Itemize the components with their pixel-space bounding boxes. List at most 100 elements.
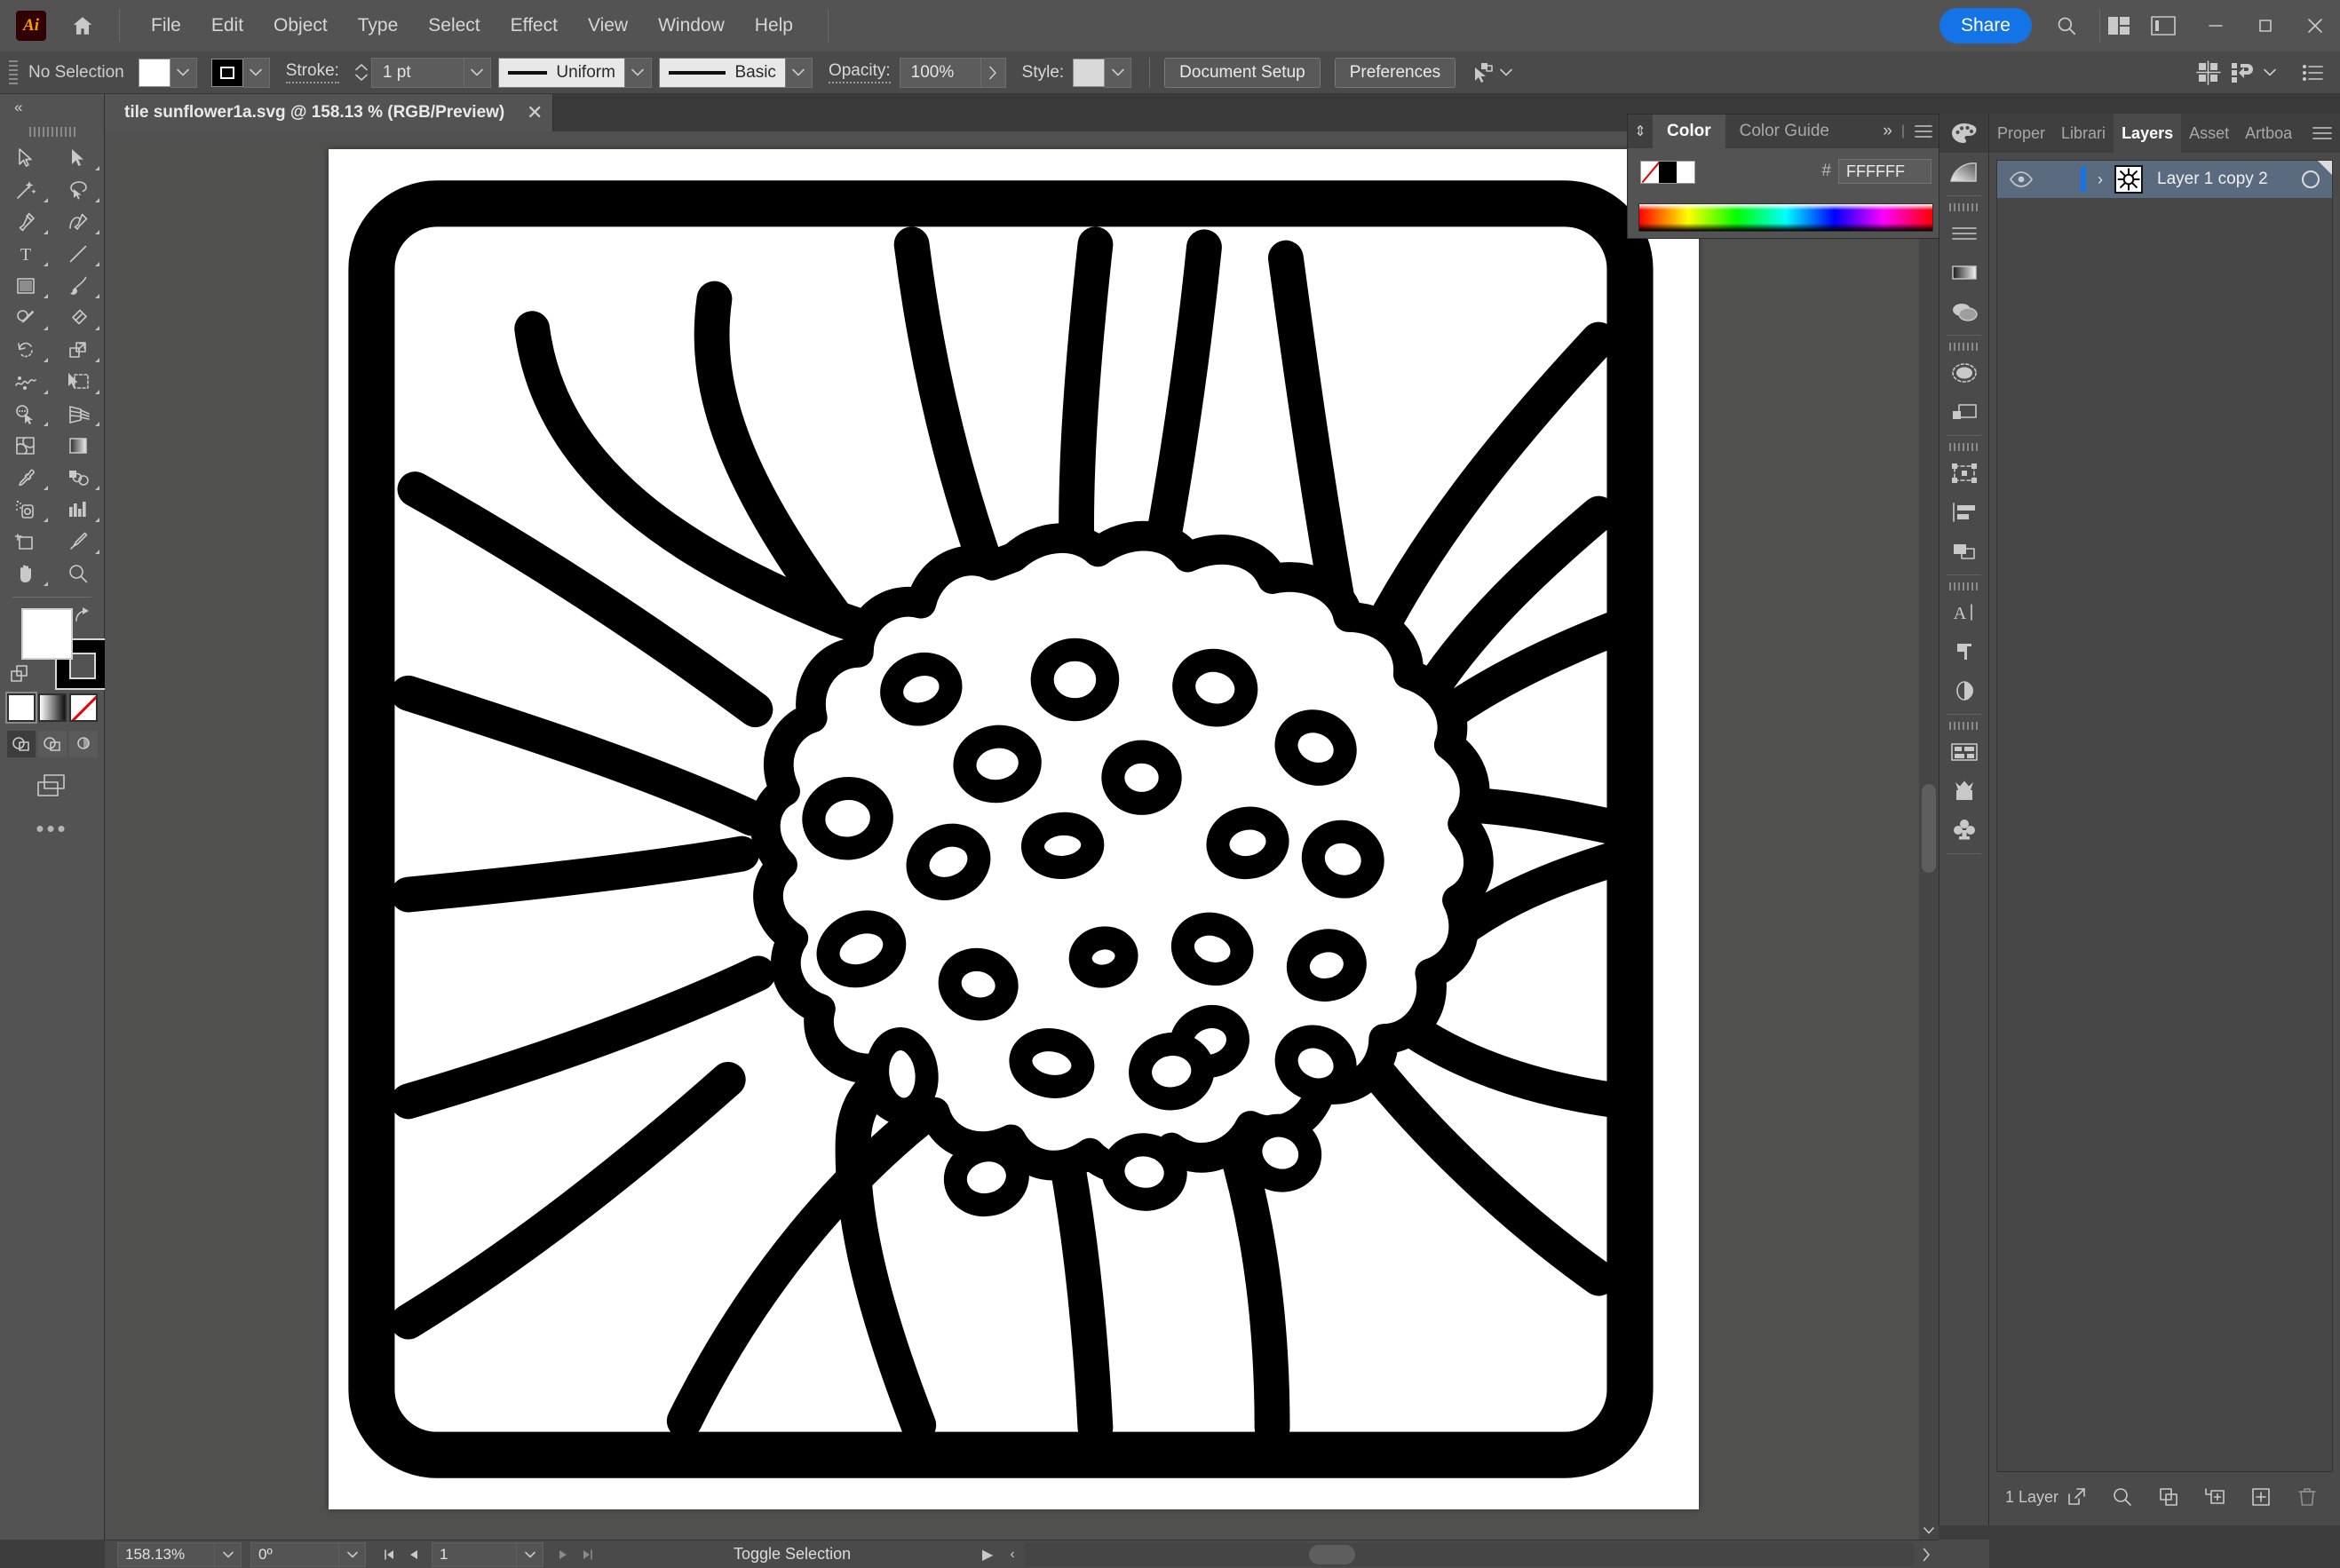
- line-segment-tool[interactable]: [52, 238, 105, 270]
- pathfinder-panel-icon[interactable]: [1939, 532, 1988, 571]
- tab-layers[interactable]: Layers: [2114, 114, 2182, 153]
- artboard-tool[interactable]: [0, 526, 52, 558]
- close-button[interactable]: [2290, 0, 2340, 51]
- dock-grip-2[interactable]: [1939, 339, 1988, 353]
- rectangle-tool[interactable]: [0, 270, 52, 302]
- panel-collapse-icon[interactable]: ⇕: [1628, 115, 1653, 148]
- next-artboard-icon[interactable]: [551, 1542, 575, 1567]
- zoom-level-dropdown[interactable]: [215, 1541, 242, 1567]
- artboard-number-field[interactable]: 1: [432, 1541, 517, 1567]
- transform-panel-icon[interactable]: [1939, 454, 1988, 493]
- stroke-weight-dropdown[interactable]: [464, 57, 491, 88]
- stroke-profile-combo[interactable]: Uniform: [497, 57, 652, 88]
- blend-tool[interactable]: [52, 462, 105, 494]
- menu-select[interactable]: Select: [413, 10, 495, 42]
- preferences-button[interactable]: Preferences: [1334, 57, 1456, 88]
- horizontal-scrollbar[interactable]: [1025, 1542, 1914, 1566]
- toolbar-collapse-button[interactable]: «: [0, 94, 104, 121]
- none-swatch-icon[interactable]: [68, 693, 98, 722]
- graphic-style-group[interactable]: [1073, 57, 1132, 88]
- lasso-tool[interactable]: [52, 174, 105, 206]
- menu-help[interactable]: Help: [740, 10, 808, 42]
- tab-artboards[interactable]: Artboa: [2237, 114, 2300, 153]
- tab-libraries[interactable]: Librari: [2053, 114, 2114, 153]
- type-tool[interactable]: T: [0, 238, 52, 270]
- menu-type[interactable]: Type: [343, 10, 414, 42]
- brush-definition-dropdown[interactable]: [785, 57, 813, 88]
- home-icon[interactable]: [66, 9, 99, 43]
- dock-grip-3[interactable]: [1939, 440, 1988, 454]
- zoom-tool[interactable]: [52, 558, 105, 590]
- arrange-documents-icon[interactable]: [2230, 61, 2255, 84]
- hex-input[interactable]: FFFFFF: [1838, 159, 1931, 184]
- scroll-down-icon[interactable]: [1919, 1520, 1939, 1540]
- panel-menu-icon[interactable]: [2304, 114, 2340, 153]
- menu-object[interactable]: Object: [258, 10, 343, 42]
- release-to-layers-icon[interactable]: [2063, 1484, 2090, 1510]
- character-panel-icon[interactable]: A: [1939, 593, 1988, 632]
- dock-grip-1[interactable]: [1939, 200, 1988, 214]
- pen-tool[interactable]: [0, 206, 52, 238]
- workspace-switcher-icon[interactable]: [2100, 7, 2138, 44]
- paintbrush-tool[interactable]: [52, 270, 105, 302]
- perspective-grid-tool[interactable]: [52, 398, 105, 430]
- gradient-swatch-icon[interactable]: [37, 693, 67, 722]
- shaper-tool[interactable]: [0, 302, 52, 334]
- draw-inside-icon[interactable]: [68, 731, 98, 757]
- eyedropper-tool[interactable]: [0, 462, 52, 494]
- scale-tool[interactable]: [52, 334, 105, 366]
- stroke-profile-value[interactable]: Uniform: [497, 57, 625, 88]
- status-text[interactable]: Toggle Selection: [734, 1545, 851, 1564]
- layers-list[interactable]: › Layer 1 copy 2: [1996, 160, 2333, 1472]
- layer-name[interactable]: Layer 1 copy 2: [2157, 170, 2268, 189]
- white-swatch[interactable]: [1677, 162, 1694, 183]
- gradient-tool[interactable]: [52, 430, 105, 462]
- gradient-panel-icon[interactable]: [1939, 153, 1988, 192]
- shape-builder-tool[interactable]: [0, 398, 52, 430]
- direct-selection-tool[interactable]: [52, 142, 105, 174]
- share-button[interactable]: Share: [1939, 8, 2032, 44]
- opacity-field[interactable]: 100%: [899, 57, 981, 88]
- swap-fill-stroke-icon[interactable]: [72, 605, 95, 628]
- brush-definition-value[interactable]: Basic: [658, 57, 786, 88]
- maximize-button[interactable]: [2241, 0, 2290, 51]
- curvature-tool[interactable]: [52, 206, 105, 238]
- draw-normal-icon[interactable]: [6, 731, 36, 757]
- dock-grip-5[interactable]: [1939, 718, 1988, 733]
- first-artboard-icon[interactable]: [377, 1542, 401, 1567]
- black-swatch[interactable]: [1659, 162, 1677, 183]
- menu-window[interactable]: Window: [643, 10, 740, 42]
- last-artboard-icon[interactable]: [575, 1542, 600, 1567]
- draw-behind-icon[interactable]: [37, 731, 67, 757]
- menu-view[interactable]: View: [573, 10, 643, 42]
- brush-definition-combo[interactable]: Basic: [658, 57, 813, 88]
- select-similar-group[interactable]: [1471, 62, 1512, 83]
- canvas-scroll-thumb[interactable]: [1922, 784, 1936, 873]
- document-tab[interactable]: tile sunflower1a.svg @ 158.13 % (RGB/Pre…: [105, 94, 554, 131]
- disclosure-triangle[interactable]: ›: [2086, 170, 2114, 189]
- hand-tool[interactable]: [0, 558, 52, 590]
- tab-properties[interactable]: Proper: [1989, 114, 2053, 153]
- stroke-swatch-group[interactable]: [210, 57, 270, 88]
- status-collapse-icon[interactable]: ‹: [1000, 1542, 1025, 1567]
- status-expand-icon[interactable]: ▶: [975, 1542, 1000, 1567]
- graphic-style-dropdown[interactable]: [1105, 57, 1132, 88]
- edit-toolbar-icon[interactable]: •••: [0, 811, 104, 846]
- sunflower-line-art[interactable]: [329, 149, 1699, 1509]
- table-row[interactable]: › Layer 1 copy 2: [1997, 161, 2332, 198]
- control-bar-grip[interactable]: [9, 59, 18, 85]
- dock-grip-4[interactable]: [1939, 579, 1988, 593]
- align-icon[interactable]: [2196, 59, 2221, 85]
- canvas-vertical-scrollbar[interactable]: [1919, 131, 1939, 1540]
- artboard-number-dropdown[interactable]: [517, 1541, 543, 1567]
- artboards-panel-icon[interactable]: [1939, 733, 1988, 772]
- paragraph-panel-icon[interactable]: [1939, 632, 1988, 671]
- locate-object-icon[interactable]: [2109, 1484, 2136, 1510]
- opacity-label[interactable]: Opacity:: [828, 61, 891, 83]
- tab-asset-export[interactable]: Asset: [2181, 114, 2237, 153]
- fill-swatch[interactable]: [138, 58, 171, 87]
- toolbar-grip[interactable]: [0, 121, 104, 142]
- fill-swatch-dropdown[interactable]: [170, 57, 197, 88]
- change-screen-mode-icon[interactable]: [0, 764, 104, 805]
- delete-selection-icon[interactable]: [2294, 1484, 2320, 1510]
